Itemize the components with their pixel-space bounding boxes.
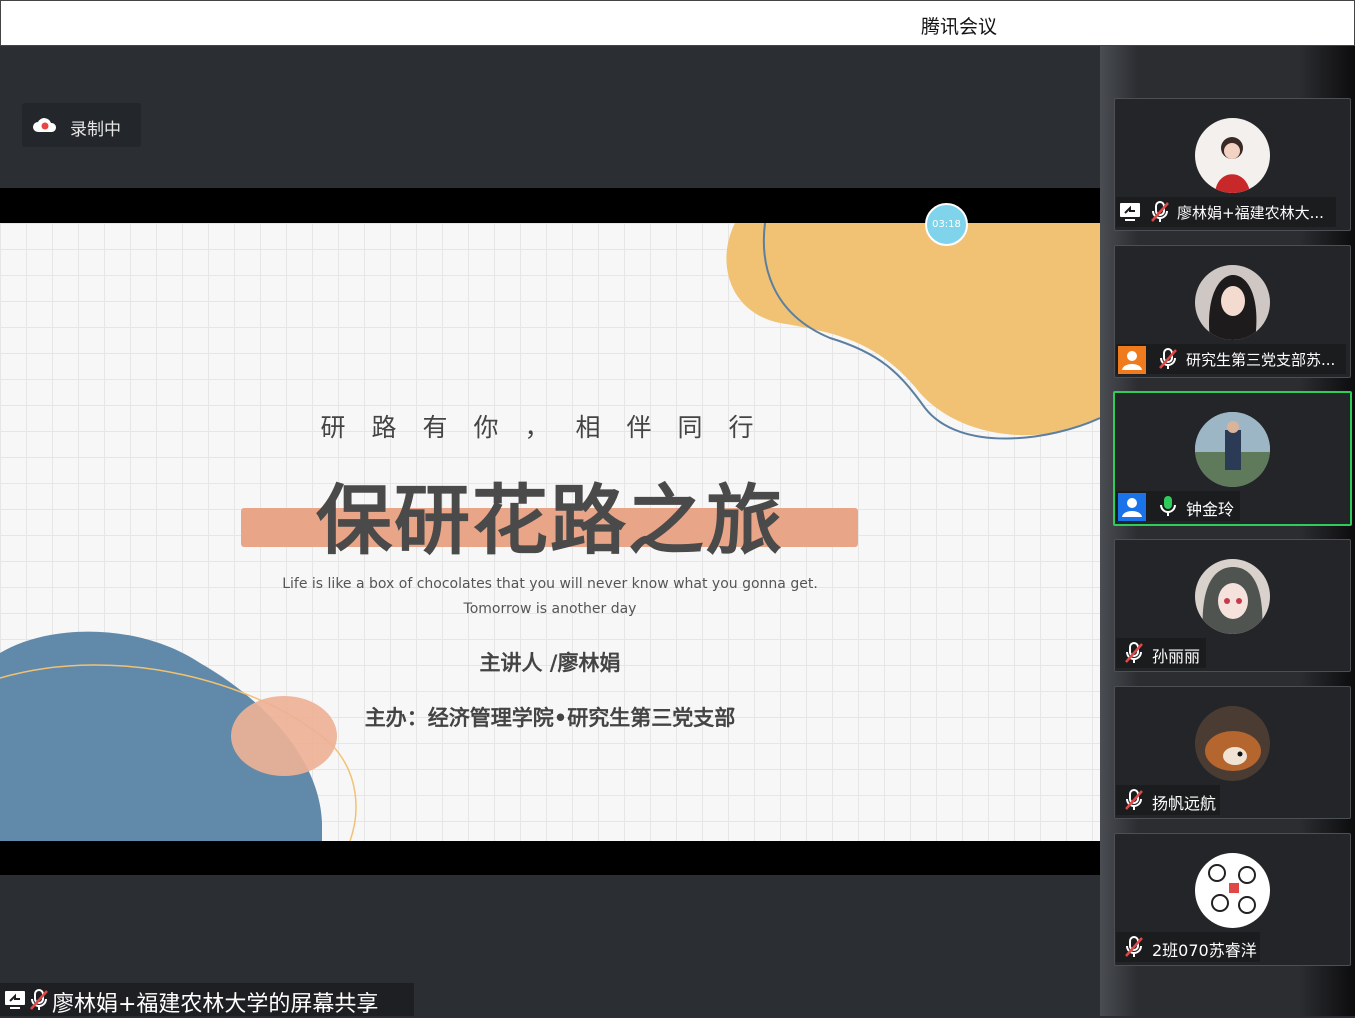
- participant-tile[interactable]: 廖林娟+福建农林大...: [1114, 98, 1351, 231]
- participant-namebar: 孙丽丽: [1116, 638, 1206, 668]
- participant-tile[interactable]: 2班070苏睿洋: [1114, 833, 1351, 966]
- slide-host: 主办：经济管理学院•研究生第三党支部: [364, 706, 736, 730]
- participant-tile-active[interactable]: 钟金玲: [1113, 391, 1352, 526]
- participant-tile[interactable]: 研究生第三党支部苏...: [1114, 245, 1351, 378]
- mic-muted-icon: [1159, 348, 1177, 369]
- window-titlebar: 腾讯会议: [0, 0, 1355, 46]
- mic-active-icon: [1160, 496, 1176, 516]
- participant-tile[interactable]: 孙丽丽: [1114, 539, 1351, 672]
- participant-name: 钟金玲: [1186, 500, 1235, 519]
- participant-tile[interactable]: 扬帆远航: [1114, 686, 1351, 819]
- screen-share-label: 廖林娟+福建农林大学的屏幕共享: [0, 983, 414, 1017]
- participant-name: 2班070苏睿洋: [1152, 941, 1257, 960]
- presentation-slide: 研路有你，相伴同行 保研花路之旅 Life is like a box of c…: [0, 223, 1100, 841]
- avatar: [1195, 706, 1270, 781]
- participant-namebar: 钟金玲: [1116, 491, 1240, 521]
- avatar: [1195, 118, 1270, 193]
- self-icon: [1118, 493, 1146, 521]
- slide-quote-line2: Tomorrow is another day: [463, 601, 637, 617]
- participant-namebar: 研究生第三党支部苏...: [1116, 344, 1346, 374]
- mic-muted-icon: [1151, 201, 1169, 222]
- participant-namebar: 扬帆远航: [1116, 785, 1220, 815]
- participant-name: 廖林娟+福建农林大...: [1177, 204, 1324, 222]
- participant-name: 扬帆远航: [1152, 794, 1217, 813]
- slide-subtitle: 研路有你，相伴同行: [320, 413, 780, 442]
- participant-namebar: 廖林娟+福建农林大...: [1116, 197, 1336, 227]
- slide-quote-line1: Life is like a box of chocolates that yo…: [282, 576, 818, 592]
- mic-muted-icon: [1125, 936, 1143, 957]
- recording-label: 录制中: [70, 120, 121, 140]
- host-icon: [1118, 346, 1146, 374]
- screen-share-text: 廖林娟+福建农林大学的屏幕共享: [52, 992, 379, 1017]
- avatar: [1195, 265, 1270, 340]
- slide-title: 保研花路之旅: [316, 476, 784, 565]
- cloud-record-icon: [33, 118, 57, 132]
- slide-speaker: 主讲人 /廖林娟: [479, 651, 621, 675]
- mic-muted-icon: [30, 989, 48, 1010]
- participant-name: 孙丽丽: [1152, 647, 1201, 666]
- participant-namebar: 2班070苏睿洋: [1116, 932, 1260, 962]
- mic-muted-icon: [1125, 789, 1143, 810]
- participant-name: 研究生第三党支部苏...: [1186, 351, 1336, 369]
- recording-indicator[interactable]: 录制中: [22, 103, 141, 147]
- window-title: 腾讯会议: [921, 16, 998, 38]
- letterbox-bottom: [0, 841, 1100, 875]
- mic-muted-icon: [1125, 642, 1143, 663]
- slide-timer: 03:18: [925, 203, 968, 246]
- avatar: [1195, 412, 1270, 487]
- avatar: [1195, 853, 1270, 928]
- screen-share-icon: [1120, 203, 1140, 221]
- screen-share-icon: [5, 991, 25, 1009]
- avatar: [1195, 559, 1270, 634]
